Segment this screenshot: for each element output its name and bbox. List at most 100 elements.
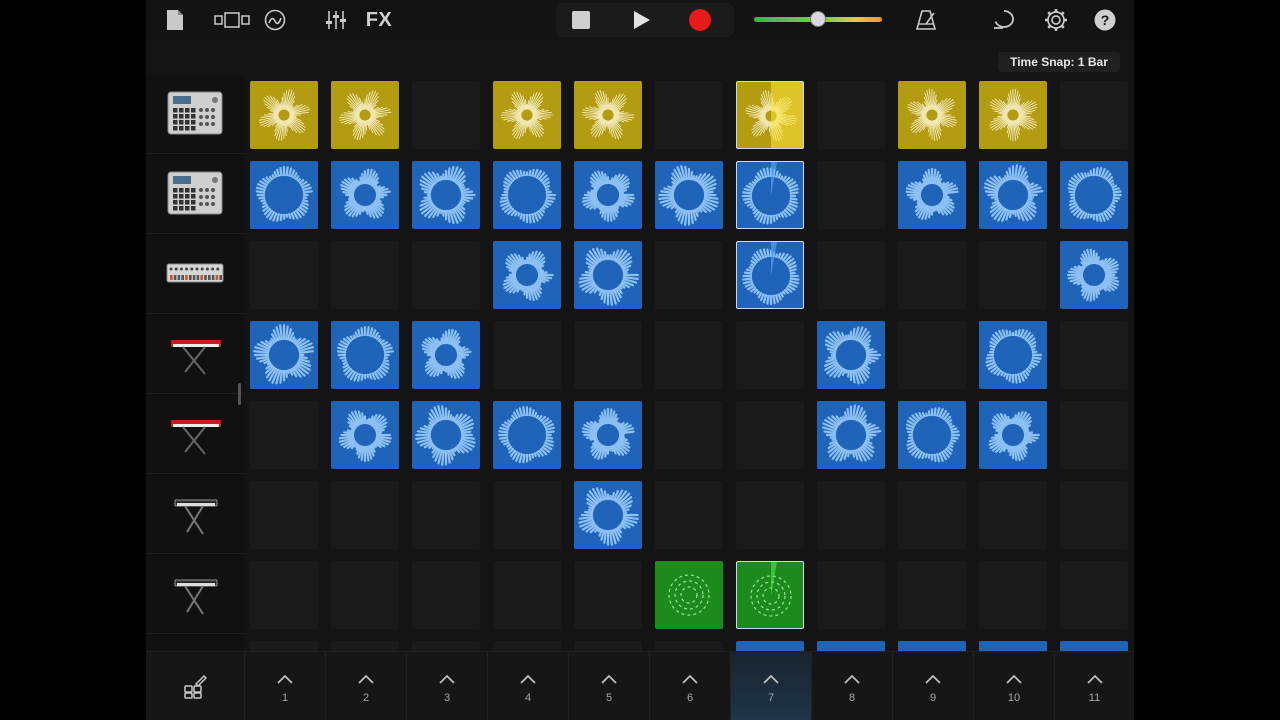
edit-cells-button[interactable]: [146, 652, 244, 720]
column-trigger-5[interactable]: 5: [568, 652, 649, 720]
empty-cell[interactable]: [412, 561, 480, 629]
blue-loop-cell[interactable]: [817, 321, 885, 389]
empty-cell[interactable]: [1060, 481, 1128, 549]
empty-cell[interactable]: [412, 481, 480, 549]
blue-loop-cell[interactable]: [493, 161, 561, 229]
column-trigger-2[interactable]: 2: [325, 652, 406, 720]
empty-cell[interactable]: [898, 321, 966, 389]
metronome-icon[interactable]: [914, 6, 938, 34]
empty-cell[interactable]: [493, 321, 561, 389]
mixer-icon[interactable]: [324, 6, 348, 34]
blue-loop-cell-playing[interactable]: [736, 161, 804, 229]
empty-cell[interactable]: [979, 561, 1047, 629]
yellow-loop-cell[interactable]: [493, 81, 561, 149]
empty-cell[interactable]: [655, 81, 723, 149]
record-icon[interactable]: [687, 6, 713, 34]
empty-cell[interactable]: [736, 321, 804, 389]
column-trigger-6[interactable]: 6: [649, 652, 730, 720]
blue-loop-cell[interactable]: [331, 401, 399, 469]
yellow-loop-cell[interactable]: [979, 81, 1047, 149]
empty-cell[interactable]: [898, 241, 966, 309]
blue-loop-cell-playing[interactable]: [736, 241, 804, 309]
blue-loop-cell[interactable]: [574, 161, 642, 229]
column-trigger-4[interactable]: 4: [487, 652, 568, 720]
blue-loop-cell[interactable]: [817, 401, 885, 469]
empty-cell[interactable]: [817, 561, 885, 629]
track-header-keyboard[interactable]: [146, 555, 244, 634]
time-snap-button[interactable]: Time Snap: 1 Bar: [998, 52, 1120, 72]
blue-loop-cell[interactable]: [898, 161, 966, 229]
track-header-keyboard[interactable]: [146, 475, 244, 554]
empty-cell[interactable]: [412, 241, 480, 309]
empty-cell[interactable]: [655, 401, 723, 469]
empty-cell[interactable]: [979, 241, 1047, 309]
column-trigger-11[interactable]: 11: [1054, 652, 1134, 720]
empty-cell[interactable]: [817, 161, 885, 229]
empty-cell[interactable]: [1060, 561, 1128, 629]
empty-cell[interactable]: [1060, 321, 1128, 389]
blue-loop-cell[interactable]: [574, 481, 642, 549]
empty-cell[interactable]: [817, 481, 885, 549]
help-icon[interactable]: ?: [1093, 6, 1117, 34]
scroll-indicator[interactable]: [238, 383, 241, 405]
view-toggle-icon[interactable]: [212, 6, 252, 34]
empty-cell[interactable]: [898, 481, 966, 549]
blue-loop-cell[interactable]: [979, 321, 1047, 389]
column-trigger-3[interactable]: 3: [406, 652, 487, 720]
column-trigger-9[interactable]: 9: [892, 652, 973, 720]
empty-cell[interactable]: [817, 81, 885, 149]
track-header-drum-machine[interactable]: [146, 75, 244, 154]
empty-cell[interactable]: [331, 561, 399, 629]
blue-loop-cell[interactable]: [493, 241, 561, 309]
track-header-drum-machine[interactable]: [146, 155, 244, 234]
empty-cell[interactable]: [493, 481, 561, 549]
empty-cell[interactable]: [655, 241, 723, 309]
column-trigger-1[interactable]: 1: [244, 652, 325, 720]
track-header-beat-sequencer[interactable]: [146, 235, 244, 314]
tracks-icon[interactable]: [262, 6, 288, 34]
yellow-loop-cell-playing[interactable]: [736, 81, 804, 149]
stop-icon[interactable]: [570, 6, 592, 34]
blue-loop-cell[interactable]: [331, 161, 399, 229]
empty-cell[interactable]: [817, 241, 885, 309]
empty-cell[interactable]: [493, 561, 561, 629]
settings-icon[interactable]: [1043, 6, 1069, 34]
column-trigger-8[interactable]: 8: [811, 652, 892, 720]
empty-cell[interactable]: [979, 481, 1047, 549]
empty-cell[interactable]: [1060, 401, 1128, 469]
master-volume-slider[interactable]: [754, 11, 882, 27]
green-loop-cell-playing[interactable]: [736, 561, 804, 629]
yellow-loop-cell[interactable]: [250, 81, 318, 149]
blue-loop-cell[interactable]: [574, 241, 642, 309]
volume-knob[interactable]: [810, 11, 826, 27]
blue-loop-cell[interactable]: [979, 401, 1047, 469]
yellow-loop-cell[interactable]: [331, 81, 399, 149]
blue-loop-cell[interactable]: [412, 161, 480, 229]
green-loop-cell[interactable]: [655, 561, 723, 629]
empty-cell[interactable]: [655, 481, 723, 549]
track-header-red-keyboard[interactable]: [146, 315, 244, 394]
empty-cell[interactable]: [574, 561, 642, 629]
empty-cell[interactable]: [736, 481, 804, 549]
blue-loop-cell[interactable]: [1060, 241, 1128, 309]
blue-loop-cell[interactable]: [250, 161, 318, 229]
empty-cell[interactable]: [898, 561, 966, 629]
blue-loop-cell[interactable]: [979, 161, 1047, 229]
blue-loop-cell[interactable]: [1060, 161, 1128, 229]
fx-button[interactable]: FX: [362, 6, 396, 34]
empty-cell[interactable]: [250, 401, 318, 469]
blue-loop-cell[interactable]: [412, 401, 480, 469]
play-icon[interactable]: [630, 6, 652, 34]
empty-cell[interactable]: [250, 241, 318, 309]
track-header-red-keyboard[interactable]: [146, 395, 244, 474]
blue-loop-cell[interactable]: [574, 401, 642, 469]
empty-cell[interactable]: [574, 321, 642, 389]
yellow-loop-cell[interactable]: [898, 81, 966, 149]
column-trigger-7[interactable]: 7: [730, 652, 811, 720]
empty-cell[interactable]: [250, 561, 318, 629]
blue-loop-cell[interactable]: [250, 321, 318, 389]
blue-loop-cell[interactable]: [898, 401, 966, 469]
empty-cell[interactable]: [250, 481, 318, 549]
blue-loop-cell[interactable]: [412, 321, 480, 389]
empty-cell[interactable]: [331, 481, 399, 549]
